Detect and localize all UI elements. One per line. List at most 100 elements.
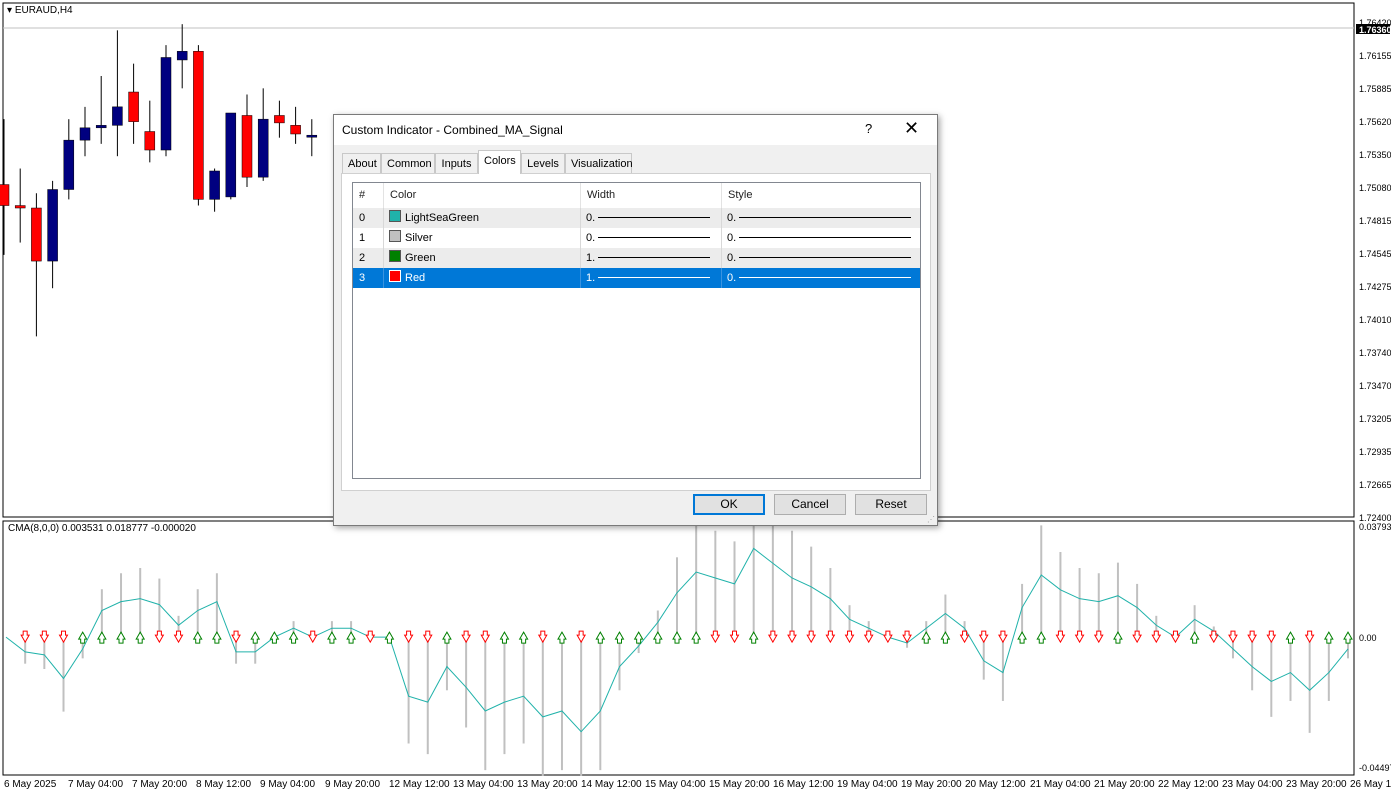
time-tick-label: 12 May 12:00 bbox=[389, 779, 450, 790]
style-cell[interactable]: 0. bbox=[722, 228, 920, 248]
price-tick-label: 1.75350 bbox=[1359, 150, 1391, 160]
dialog-titlebar[interactable]: Custom Indicator - Combined_MA_Signal ? … bbox=[334, 115, 937, 145]
tab-common[interactable]: Common bbox=[381, 153, 435, 173]
column-header-color[interactable]: Color bbox=[384, 183, 581, 208]
width-value: 1. bbox=[586, 272, 596, 284]
table-row[interactable]: 0 LightSeaGreen 0. 0. bbox=[353, 208, 920, 228]
width-cell[interactable]: 1. bbox=[581, 248, 722, 268]
price-tick-label: 1.75080 bbox=[1359, 183, 1391, 193]
color-swatch bbox=[389, 210, 401, 222]
tab-about[interactable]: About bbox=[342, 153, 381, 173]
width-cell[interactable]: 1. bbox=[581, 268, 722, 288]
style-cell[interactable]: 0. bbox=[722, 248, 920, 268]
colors-tab-panel: # Color Width Style 0 LightSeaGreen 0. 0… bbox=[341, 173, 931, 491]
time-tick-label: 23 May 04:00 bbox=[1222, 779, 1283, 790]
price-tick-label: 1.72665 bbox=[1359, 480, 1391, 490]
bear-candle bbox=[31, 207, 42, 262]
width-line-sample bbox=[598, 277, 710, 278]
time-tick-label: 15 May 04:00 bbox=[645, 779, 706, 790]
style-value: 0. bbox=[727, 212, 737, 224]
bull-candle bbox=[257, 118, 269, 178]
indicator-tick-label: 0.00 bbox=[1359, 633, 1377, 643]
color-swatch bbox=[389, 230, 401, 242]
price-tick-label: 1.74545 bbox=[1359, 249, 1391, 259]
ok-button[interactable]: OK bbox=[693, 494, 765, 515]
time-tick-label: 13 May 04:00 bbox=[453, 779, 514, 790]
time-tick-label: 26 May 12 bbox=[1350, 779, 1391, 790]
table-row[interactable]: 2 Green 1. 0. bbox=[353, 248, 920, 268]
table-row[interactable]: 1 Silver 0. 0. bbox=[353, 228, 920, 248]
help-button[interactable]: ? bbox=[865, 121, 872, 136]
bear-candle bbox=[290, 125, 301, 135]
style-cell[interactable]: 0. bbox=[722, 268, 920, 288]
time-tick-label: 7 May 20:00 bbox=[132, 779, 188, 790]
color-cell[interactable]: LightSeaGreen bbox=[384, 208, 581, 228]
color-name: Green bbox=[405, 252, 436, 264]
time-tick-label: 16 May 12:00 bbox=[773, 779, 834, 790]
color-name: Silver bbox=[405, 232, 433, 244]
time-tick-label: 7 May 04:00 bbox=[68, 779, 124, 790]
width-cell[interactable]: 0. bbox=[581, 208, 722, 228]
resize-grip-icon[interactable]: ⋰ bbox=[927, 515, 935, 524]
bull-candle bbox=[95, 125, 107, 129]
width-value: 1. bbox=[586, 252, 596, 264]
bear-candle bbox=[241, 115, 253, 178]
price-tick-label: 1.73205 bbox=[1359, 414, 1391, 424]
column-header-width[interactable]: Width bbox=[581, 183, 722, 208]
style-value: 0. bbox=[727, 272, 737, 284]
time-tick-label: 20 May 12:00 bbox=[965, 779, 1026, 790]
tab-visualization[interactable]: Visualization bbox=[565, 153, 633, 173]
tab-colors[interactable]: Colors bbox=[478, 150, 521, 174]
bear-candle bbox=[193, 51, 204, 200]
bull-candle bbox=[306, 134, 318, 138]
symbol-label: EURAUD,H4 bbox=[14, 5, 73, 16]
price-tick-label: 1.75885 bbox=[1359, 84, 1391, 94]
reset-button[interactable]: Reset bbox=[855, 494, 927, 515]
column-header-style[interactable]: Style bbox=[722, 183, 920, 208]
time-tick-label: 22 May 12:00 bbox=[1158, 779, 1219, 790]
chevron-down-icon[interactable]: ▾ bbox=[7, 5, 12, 16]
style-value: 0. bbox=[727, 252, 737, 264]
price-tick-label: 1.74010 bbox=[1359, 315, 1391, 325]
price-tick-label: 1.73470 bbox=[1359, 381, 1391, 391]
time-tick-label: 9 May 04:00 bbox=[260, 779, 316, 790]
indicator-chart[interactable] bbox=[0, 520, 1391, 776]
time-tick-label: 8 May 12:00 bbox=[196, 779, 252, 790]
colors-grid: # Color Width Style 0 LightSeaGreen 0. 0… bbox=[352, 182, 921, 479]
time-tick-label: 15 May 20:00 bbox=[709, 779, 770, 790]
width-cell[interactable]: 0. bbox=[581, 228, 722, 248]
time-tick-label: 9 May 20:00 bbox=[325, 779, 381, 790]
chart-symbol-title: ▾ EURAUD,H4 bbox=[7, 5, 73, 16]
price-tick-label: 1.76420 bbox=[1359, 18, 1391, 28]
cancel-button[interactable]: Cancel bbox=[774, 494, 846, 515]
time-tick-label: 6 May 2025 bbox=[4, 779, 57, 790]
tab-levels[interactable]: Levels bbox=[521, 153, 565, 173]
bull-candle bbox=[63, 139, 75, 190]
row-index: 0 bbox=[353, 208, 384, 228]
color-cell[interactable]: Red bbox=[384, 268, 581, 288]
column-header-num[interactable]: # bbox=[353, 183, 384, 208]
indicator-tick-label: -0.04497 bbox=[1359, 763, 1391, 773]
color-name: Red bbox=[405, 272, 426, 284]
row-index: 1 bbox=[353, 228, 384, 248]
dialog-title: Custom Indicator - Combined_MA_Signal bbox=[342, 123, 563, 137]
width-line-sample bbox=[598, 237, 710, 238]
close-icon[interactable]: ✕ bbox=[904, 118, 919, 139]
bear-candle bbox=[144, 131, 156, 151]
bull-candle bbox=[47, 189, 58, 262]
tab-inputs[interactable]: Inputs bbox=[435, 153, 478, 173]
color-cell[interactable]: Green bbox=[384, 248, 581, 268]
bear-candle bbox=[274, 115, 285, 124]
bull-candle bbox=[176, 51, 188, 61]
time-tick-label: 19 May 20:00 bbox=[901, 779, 962, 790]
color-cell[interactable]: Silver bbox=[384, 228, 581, 248]
style-cell[interactable]: 0. bbox=[722, 208, 920, 228]
price-tick-label: 1.72935 bbox=[1359, 447, 1391, 457]
color-swatch bbox=[389, 270, 401, 282]
time-tick-label: 21 May 20:00 bbox=[1094, 779, 1155, 790]
bull-candle bbox=[225, 112, 237, 198]
time-tick-label: 13 May 20:00 bbox=[517, 779, 578, 790]
table-row-selected[interactable]: 3 Red 1. 0. bbox=[353, 268, 920, 288]
price-tick-label: 1.74815 bbox=[1359, 216, 1391, 226]
price-tick-label: 1.74275 bbox=[1359, 282, 1391, 292]
